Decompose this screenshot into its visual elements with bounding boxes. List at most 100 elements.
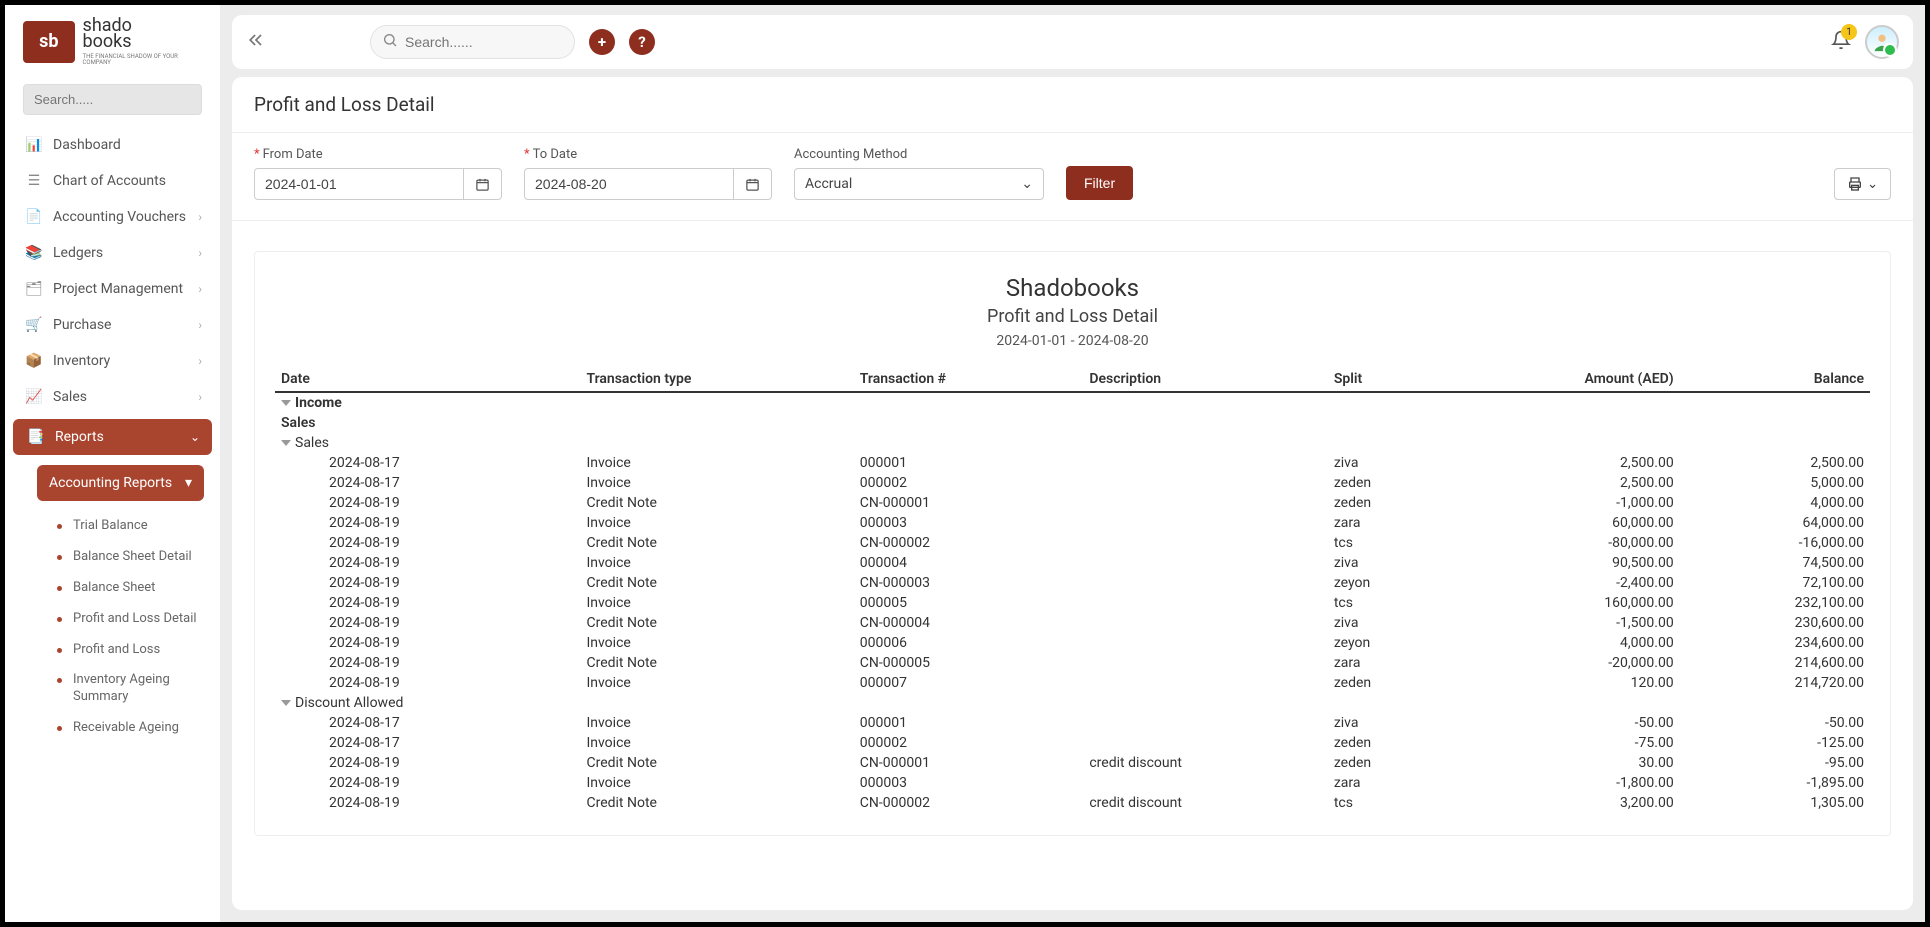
from-date-input[interactable]: [254, 168, 464, 200]
sidebar-search-input[interactable]: [23, 84, 202, 115]
user-avatar[interactable]: [1865, 25, 1899, 59]
filter-button[interactable]: Filter: [1066, 166, 1133, 200]
cell-num: 000007: [854, 673, 1084, 693]
sublist-item-receivable-ageing[interactable]: Receivable Ageing: [67, 713, 212, 744]
cell-num: 000002: [854, 473, 1084, 493]
sublist-item-trial-balance[interactable]: Trial Balance: [67, 511, 212, 542]
group-header[interactable]: Sales: [275, 433, 1870, 453]
cell-amount: 160,000.00: [1443, 593, 1680, 613]
global-search-input[interactable]: [370, 25, 575, 59]
sidebar-item-sales[interactable]: 📈Sales›: [5, 379, 220, 415]
cell-type: Credit Note: [580, 573, 853, 593]
help-button[interactable]: ?: [629, 29, 655, 55]
sidebar-collapse-button[interactable]: [246, 30, 266, 55]
table-row[interactable]: 2024-08-19Invoice000005tcs160,000.00232,…: [275, 593, 1870, 613]
cell-num: 000003: [854, 773, 1084, 793]
cell-type: Credit Note: [580, 793, 853, 813]
table-row[interactable]: 2024-08-19Invoice000007zeden120.00214,72…: [275, 673, 1870, 693]
section-header[interactable]: Income: [275, 392, 1870, 413]
cell-date: 2024-08-19: [275, 573, 580, 593]
table-row[interactable]: 2024-08-19Invoice000003zara-1,800.00-1,8…: [275, 773, 1870, 793]
avatar-icon: [1871, 31, 1893, 53]
sidebar-item-inventory[interactable]: 📦Inventory›: [5, 343, 220, 379]
from-date-calendar-button[interactable]: [464, 168, 502, 200]
cell-date: 2024-08-19: [275, 553, 580, 573]
cell-split: zeden: [1328, 753, 1443, 773]
sidebar-sublist: Trial BalanceBalance Sheet DetailBalance…: [49, 511, 220, 744]
sublist-item-inventory-ageing-summary[interactable]: Inventory Ageing Summary: [67, 665, 212, 713]
group-header[interactable]: Discount Allowed: [275, 693, 1870, 713]
cell-balance: 232,100.00: [1680, 593, 1870, 613]
sidebar-item-project-management[interactable]: 🗂Project Management›: [5, 271, 220, 307]
to-date-calendar-button[interactable]: [734, 168, 772, 200]
sidebar-subpanel-accounting-reports[interactable]: Accounting Reports ▾: [37, 465, 204, 501]
cell-desc: [1083, 473, 1327, 493]
cell-desc: [1083, 593, 1327, 613]
cell-amount: -20,000.00: [1443, 653, 1680, 673]
table-row[interactable]: 2024-08-19Invoice000006zeyon4,000.00234,…: [275, 633, 1870, 653]
cell-date: 2024-08-19: [275, 633, 580, 653]
page-title: Profit and Loss Detail: [232, 77, 1913, 133]
section-link[interactable]: Sales: [275, 413, 1870, 433]
sidebar-item-ledgers[interactable]: 📚Ledgers›: [5, 235, 220, 271]
cell-split: ziva: [1328, 553, 1443, 573]
cell-balance: 5,000.00: [1680, 473, 1870, 493]
sidebar-nav: 📊Dashboard☰Chart of Accounts📄Accounting …: [5, 127, 220, 459]
col-transaction-type: Transaction type: [580, 367, 853, 392]
cell-balance: -16,000.00: [1680, 533, 1870, 553]
cell-date: 2024-08-19: [275, 773, 580, 793]
table-row[interactable]: 2024-08-17Invoice000001ziva-50.00-50.00: [275, 713, 1870, 733]
col-split: Split: [1328, 367, 1443, 392]
cell-balance: 214,720.00: [1680, 673, 1870, 693]
table-row[interactable]: 2024-08-17Invoice000002zeden-75.00-125.0…: [275, 733, 1870, 753]
cell-balance: -95.00: [1680, 753, 1870, 773]
table-row[interactable]: 2024-08-19Credit NoteCN-000001zeden-1,00…: [275, 493, 1870, 513]
accounting-method-select[interactable]: Accrual ⌄: [794, 168, 1044, 200]
nav-label: Ledgers: [53, 245, 103, 261]
cell-amount: -80,000.00: [1443, 533, 1680, 553]
cell-desc: [1083, 553, 1327, 573]
cell-amount: -75.00: [1443, 733, 1680, 753]
triangle-down-icon: [281, 440, 291, 446]
cell-balance: 72,100.00: [1680, 573, 1870, 593]
sublist-item-balance-sheet[interactable]: Balance Sheet: [67, 573, 212, 604]
to-date-input[interactable]: [524, 168, 734, 200]
sublist-item-balance-sheet-detail[interactable]: Balance Sheet Detail: [67, 542, 212, 573]
notifications-button[interactable]: 1: [1831, 30, 1851, 54]
table-row[interactable]: 2024-08-17Invoice000002zeden2,500.005,00…: [275, 473, 1870, 493]
nav-label: Purchase: [53, 317, 111, 333]
sidebar-item-purchase[interactable]: 🛒Purchase›: [5, 307, 220, 343]
sidebar-item-dashboard[interactable]: 📊Dashboard: [5, 127, 220, 163]
table-row[interactable]: 2024-08-19Credit NoteCN-000001credit dis…: [275, 753, 1870, 773]
sublist-item-profit-and-loss[interactable]: Profit and Loss: [67, 635, 212, 666]
table-row[interactable]: 2024-08-19Credit NoteCN-000005zara-20,00…: [275, 653, 1870, 673]
print-button[interactable]: ⌄: [1834, 168, 1891, 200]
table-row[interactable]: 2024-08-19Invoice000004ziva90,500.0074,5…: [275, 553, 1870, 573]
cell-type: Invoice: [580, 473, 853, 493]
cell-type: Credit Note: [580, 493, 853, 513]
cell-split: zeyon: [1328, 633, 1443, 653]
report-panel: Shadobooks Profit and Loss Detail 2024-0…: [254, 251, 1891, 836]
sidebar-item-chart-of-accounts[interactable]: ☰Chart of Accounts: [5, 163, 220, 199]
sidebar-item-accounting-vouchers[interactable]: 📄Accounting Vouchers›: [5, 199, 220, 235]
brand-logo[interactable]: sb shado books THE FINANCIAL SHADOW OF Y…: [5, 13, 220, 74]
col-description: Description: [1083, 367, 1327, 392]
add-button[interactable]: +: [589, 29, 615, 55]
table-row[interactable]: 2024-08-19Credit NoteCN-000004ziva-1,500…: [275, 613, 1870, 633]
cell-balance: -1,895.00: [1680, 773, 1870, 793]
table-row[interactable]: 2024-08-17Invoice000001ziva2,500.002,500…: [275, 453, 1870, 473]
table-row[interactable]: 2024-08-19Credit NoteCN-000002credit dis…: [275, 793, 1870, 813]
sublist-item-profit-and-loss-detail[interactable]: Profit and Loss Detail: [67, 604, 212, 635]
cell-num: 000003: [854, 513, 1084, 533]
chevron-right-icon: ›: [198, 210, 202, 224]
report-date-range: 2024-01-01 - 2024-08-20: [275, 333, 1870, 349]
sidebar-item-reports[interactable]: 📑Reports⌄: [13, 419, 212, 455]
calendar-icon: [475, 177, 490, 192]
table-row[interactable]: 2024-08-19Invoice000003zara60,000.0064,0…: [275, 513, 1870, 533]
nav-icon: 📄: [23, 208, 45, 226]
cell-date: 2024-08-17: [275, 453, 580, 473]
table-row[interactable]: 2024-08-19Credit NoteCN-000003zeyon-2,40…: [275, 573, 1870, 593]
cell-num: 000002: [854, 733, 1084, 753]
nav-icon: 📑: [25, 428, 47, 446]
table-row[interactable]: 2024-08-19Credit NoteCN-000002tcs-80,000…: [275, 533, 1870, 553]
